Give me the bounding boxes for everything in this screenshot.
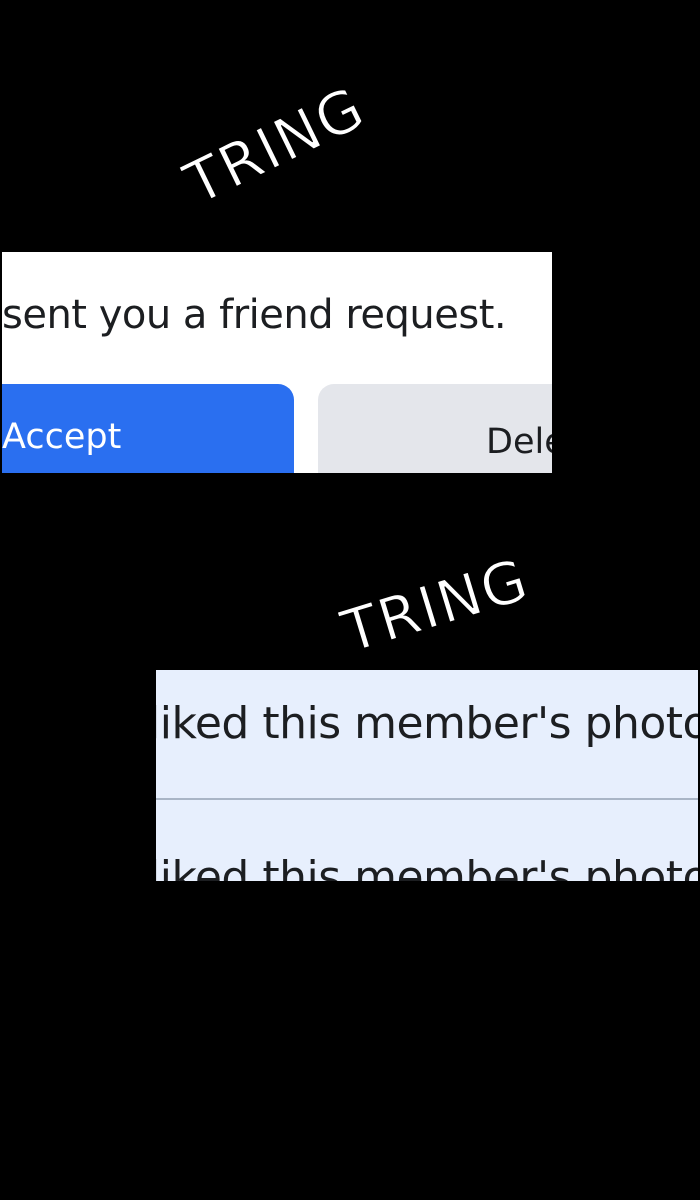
notification-list-panel: liked this member's photo liked this mem… — [156, 670, 698, 881]
accept-button-label: Accept — [2, 417, 122, 457]
sound-effect-tring-1: TRING — [174, 73, 377, 219]
notification-item[interactable]: liked this member's photo — [156, 800, 698, 881]
notification-item[interactable]: liked this member's photo — [156, 670, 698, 800]
friend-request-message: sent you a friend request. — [2, 292, 507, 338]
sound-effect-tring-2: TRING — [334, 545, 538, 667]
accept-button[interactable]: Accept — [2, 384, 294, 473]
delete-button[interactable]: Dele — [318, 384, 552, 473]
delete-button-label: Dele — [486, 422, 552, 462]
notification-text: liked this member's photo — [156, 698, 698, 749]
friend-request-panel: sent you a friend request. Accept Dele — [2, 252, 552, 473]
notification-text: liked this member's photo — [156, 852, 698, 881]
